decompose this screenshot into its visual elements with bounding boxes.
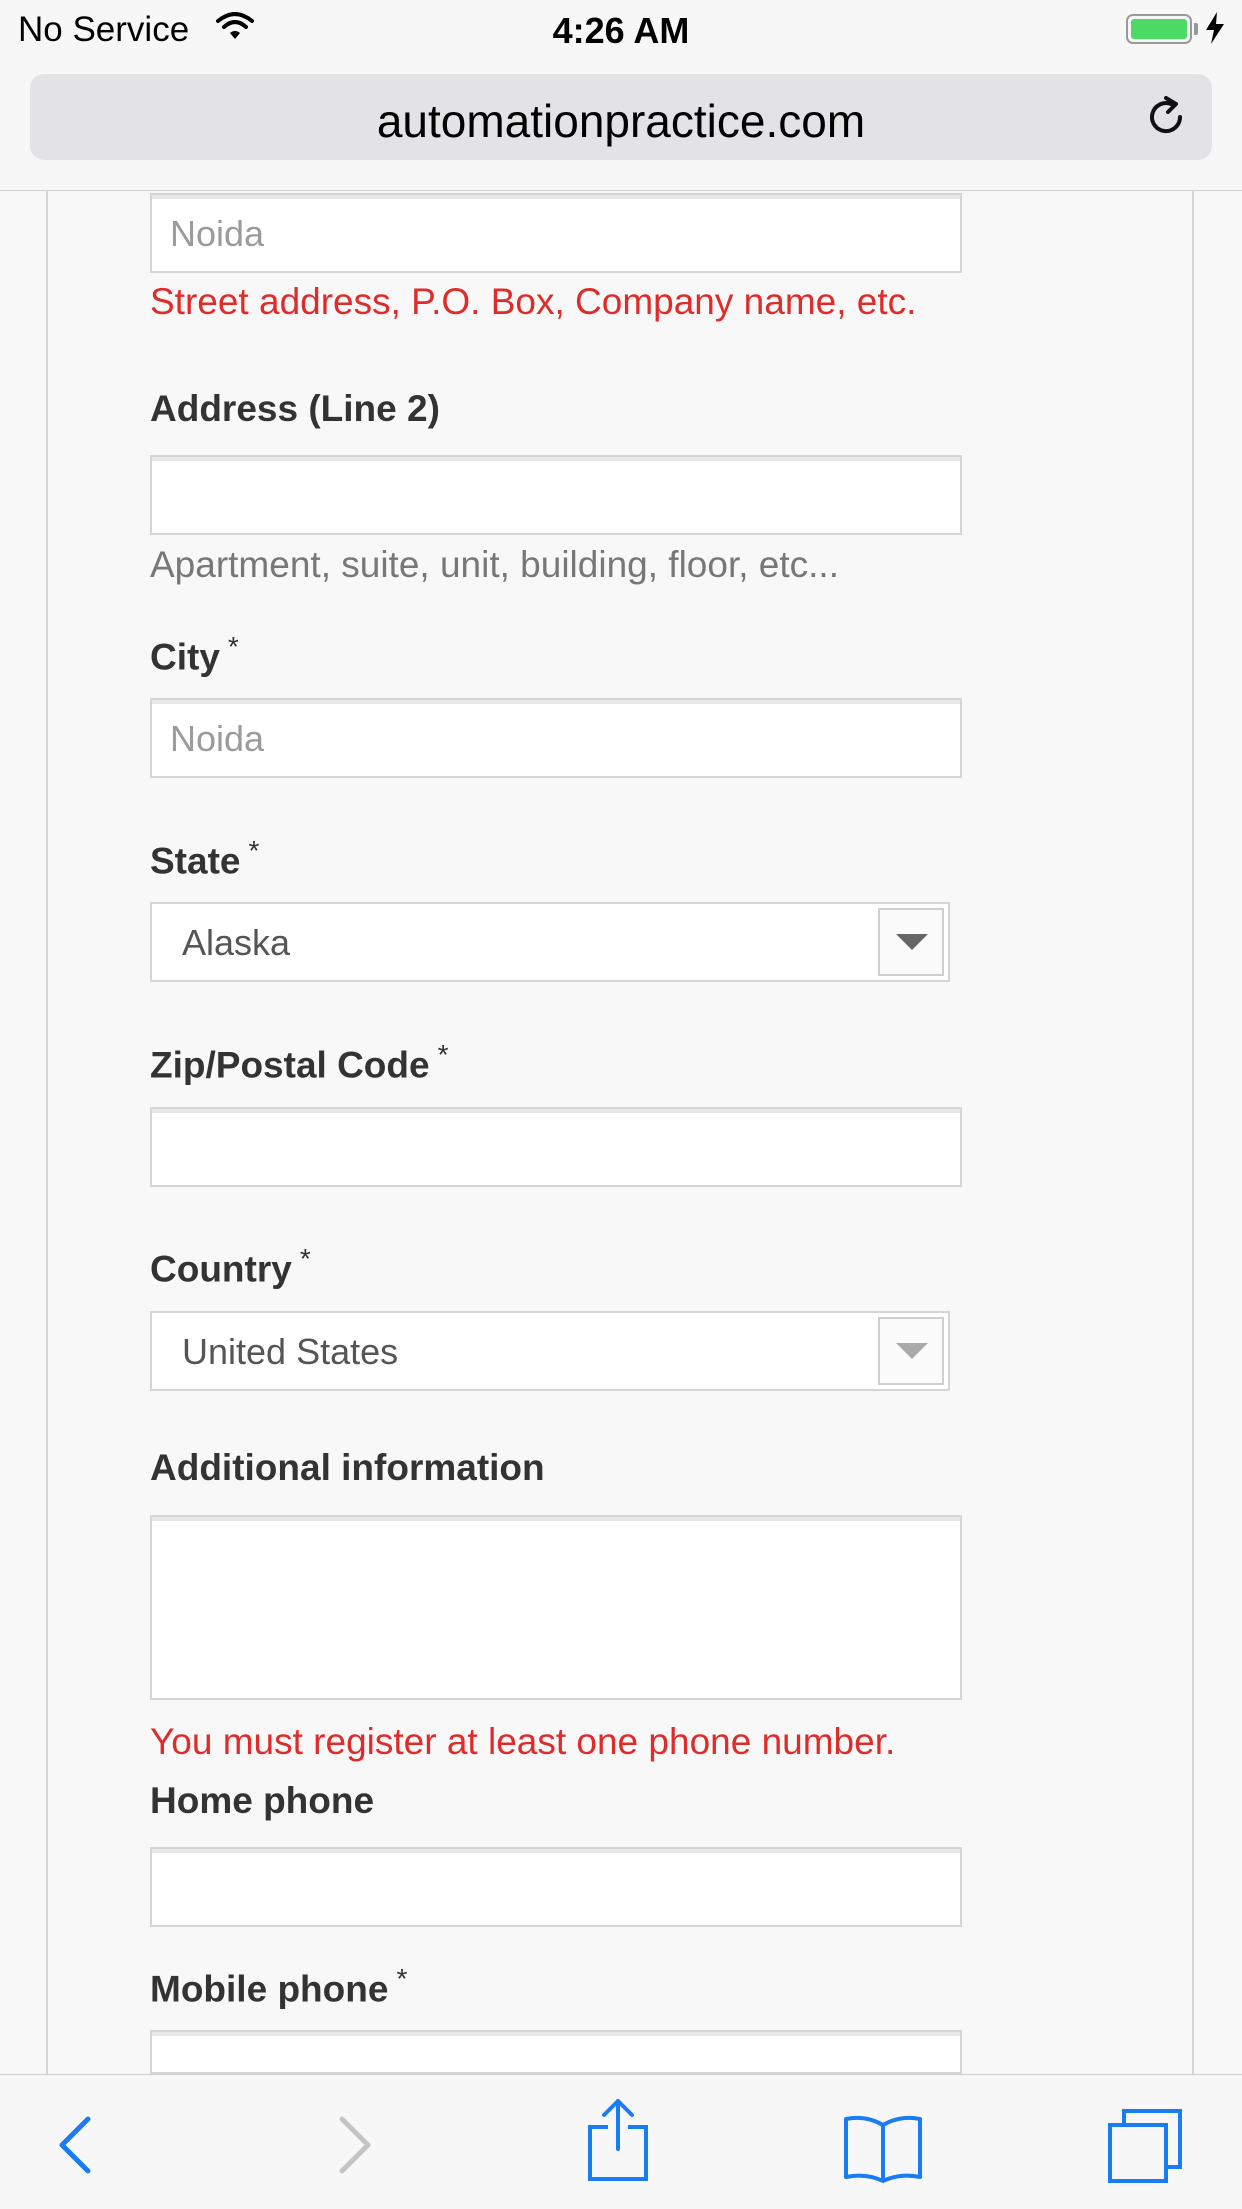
home-phone-label: Home phone xyxy=(150,1780,375,1821)
registration-form: Noida Street address, P.O. Box, Company … xyxy=(46,191,1194,2074)
status-bar: No Service 4:26 AM xyxy=(0,0,1242,62)
home-phone-input[interactable] xyxy=(150,1847,962,1927)
required-marker: * xyxy=(396,1963,408,1994)
mobile-phone-input[interactable] xyxy=(150,2030,962,2074)
country-select[interactable]: United States xyxy=(150,1311,950,1391)
address1-input[interactable]: Noida xyxy=(150,193,962,273)
country-label-text: Country xyxy=(150,1248,292,1290)
state-label-text: State xyxy=(150,840,241,882)
city-label: City * xyxy=(150,631,239,678)
country-label: Country * xyxy=(150,1243,311,1290)
chevron-down-icon[interactable] xyxy=(878,1317,944,1385)
address2-label: Address (Line 2) xyxy=(150,388,440,429)
chevron-down-icon[interactable] xyxy=(878,908,944,976)
forward-icon[interactable] xyxy=(334,2115,374,2180)
zip-label-text: Zip/Postal Code xyxy=(150,1044,430,1086)
address1-hint: Street address, P.O. Box, Company name, … xyxy=(150,281,917,322)
battery-tip xyxy=(1194,23,1198,35)
phone-error-message: You must register at least one phone num… xyxy=(150,1721,896,1762)
state-selected-value: Alaska xyxy=(182,922,291,963)
clock: 4:26 AM xyxy=(552,10,690,51)
country-selected-value: United States xyxy=(182,1331,399,1372)
bookmarks-icon[interactable] xyxy=(842,2113,924,2188)
state-label: State * xyxy=(150,835,259,882)
share-icon[interactable] xyxy=(586,2097,650,2188)
zip-input[interactable] xyxy=(150,1107,962,1187)
state-select[interactable]: Alaska xyxy=(150,902,950,982)
url-text[interactable]: automationpractice.com xyxy=(30,94,1212,148)
back-icon[interactable] xyxy=(56,2115,96,2180)
address2-input[interactable] xyxy=(150,455,962,535)
mobile-phone-label-text: Mobile phone xyxy=(150,1968,389,2010)
address2-hint: Apartment, suite, unit, building, floor,… xyxy=(150,544,839,585)
zip-label: Zip/Postal Code * xyxy=(150,1039,448,1086)
browser-toolbar xyxy=(0,2074,1242,2209)
additional-info-textarea[interactable] xyxy=(150,1515,962,1700)
address-bar[interactable]: automationpractice.com xyxy=(30,74,1212,160)
city-input[interactable]: Noida xyxy=(150,698,962,778)
mobile-phone-label: Mobile phone * xyxy=(150,1963,407,2010)
city-label-text: City xyxy=(150,636,220,678)
additional-info-label: Additional information xyxy=(150,1447,545,1488)
charging-bolt-icon xyxy=(1206,12,1224,49)
tabs-icon[interactable] xyxy=(1106,2107,1186,2192)
required-marker: * xyxy=(437,1039,449,1070)
required-marker: * xyxy=(248,835,260,866)
required-marker: * xyxy=(299,1243,311,1274)
browser-address-area: automationpractice.com xyxy=(0,62,1242,191)
required-marker: * xyxy=(227,631,239,662)
battery-icon xyxy=(1126,14,1192,44)
reload-icon[interactable] xyxy=(1144,94,1190,145)
